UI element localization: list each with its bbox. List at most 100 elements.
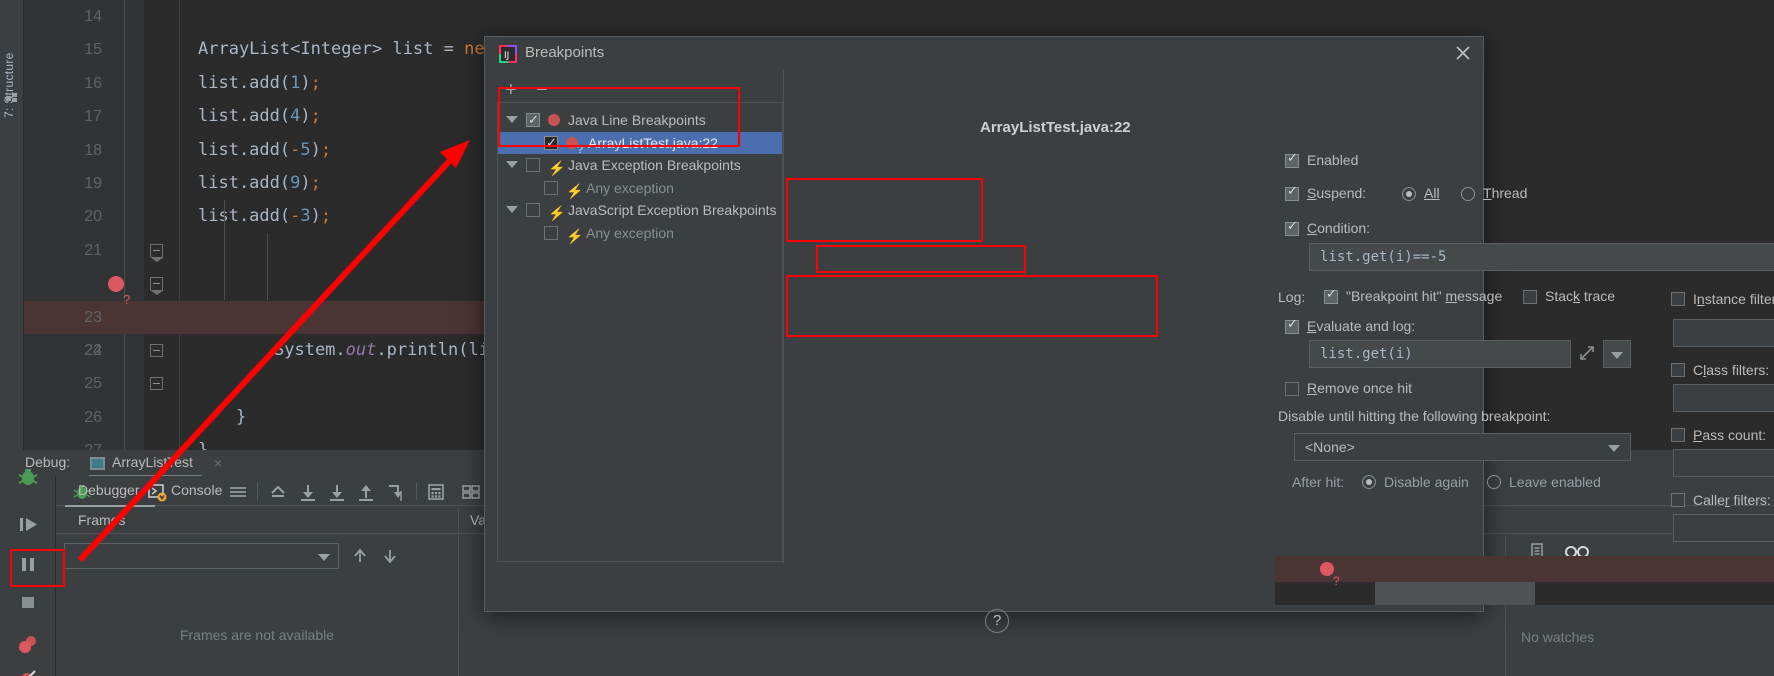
after-hit-disable-again-radio[interactable] xyxy=(1362,475,1376,489)
breakpoints-toolbar[interactable]: + − xyxy=(501,80,781,100)
condition-checkbox[interactable] xyxy=(1285,218,1299,236)
tree-item-label: JavaScript Exception Breakpoints xyxy=(568,202,777,218)
suspend-checkbox[interactable] xyxy=(1285,183,1299,201)
line-number: 25 xyxy=(84,375,102,393)
breakpoint-detail-panel[interactable] xyxy=(783,70,1485,564)
structure-tool-strip[interactable]: 7: Structure xyxy=(0,0,24,450)
remove-breakpoint-icon[interactable]: − xyxy=(536,80,548,100)
expand-editor-icon[interactable] xyxy=(1578,344,1596,365)
view-breakpoints-icon[interactable] xyxy=(14,630,42,658)
evaluate-and-log-checkbox[interactable] xyxy=(1285,316,1299,334)
run-to-cursor-icon[interactable] xyxy=(386,482,406,502)
caller-filters-checkbox[interactable] xyxy=(1671,493,1685,507)
close-icon[interactable]: × xyxy=(214,455,222,471)
step-into-icon[interactable] xyxy=(327,482,347,502)
line-number: 23 xyxy=(84,308,102,326)
debug-session-tab-label: ArrayListTest xyxy=(112,454,193,470)
tab-debugger[interactable]: Debugger xyxy=(78,482,140,498)
mute-breakpoints-icon[interactable] xyxy=(14,664,42,676)
restart-debug-icon[interactable] xyxy=(14,464,42,492)
step-over-icon[interactable] xyxy=(298,482,318,502)
resume-program-icon[interactable] xyxy=(14,510,42,538)
tree-item-any-exception-java[interactable]: ⚡ Any exception xyxy=(498,177,782,200)
evaluate-expression-icon[interactable] xyxy=(426,482,446,502)
svg-text:IJ: IJ xyxy=(504,51,509,61)
tree-checkbox[interactable] xyxy=(544,225,558,240)
class-filters-input[interactable] xyxy=(1673,384,1774,412)
add-breakpoint-icon[interactable]: + xyxy=(505,80,517,100)
tree-checkbox[interactable] xyxy=(526,158,540,172)
fold-toggle-icon[interactable] xyxy=(150,277,164,296)
evaluate-history-dropdown[interactable] xyxy=(1603,340,1631,368)
stack-trace-checkbox[interactable] xyxy=(1523,290,1537,304)
remove-once-hit-checkbox[interactable] xyxy=(1285,382,1299,396)
chevron-down-icon[interactable] xyxy=(1611,352,1623,359)
code-line: 14 ArrayList<Integer> list = new ArrayLi… xyxy=(24,0,1274,60)
fold-toggle-icon[interactable] xyxy=(150,243,164,262)
line-number: 15 xyxy=(84,41,102,59)
caller-filters-input[interactable] xyxy=(1673,514,1774,542)
settings-icon[interactable] xyxy=(461,482,481,502)
frames-header-label: Frames xyxy=(78,512,126,528)
instance-filters-input[interactable] xyxy=(1673,319,1774,347)
frames-up-icon[interactable] xyxy=(351,547,369,570)
frames-panel[interactable]: Frames Frames are not available xyxy=(56,507,458,676)
step-out-icon[interactable] xyxy=(356,482,376,502)
tree-checkbox[interactable] xyxy=(526,203,540,217)
tree-checkbox[interactable] xyxy=(526,109,540,132)
breakpoint-code-preview[interactable]: 22 ? if (list.get(i)==-5){ 23 System.out… xyxy=(1275,556,1774,605)
tree-item-label: Java Exception Breakpoints xyxy=(568,157,741,173)
condition-input[interactable]: list.get(i)==-5 xyxy=(1309,243,1774,271)
instance-filters-checkbox[interactable] xyxy=(1671,292,1685,306)
suspend-all-label: All xyxy=(1424,185,1440,201)
toolbar-separator xyxy=(257,482,258,500)
console-icon xyxy=(148,482,168,502)
evaluate-and-log-input[interactable]: list.get(i) xyxy=(1309,340,1571,368)
watches-empty-message: No watches xyxy=(1521,629,1595,645)
chevron-down-icon[interactable] xyxy=(318,554,330,561)
tree-item-javascript-exception-breakpoints[interactable]: ⚡ JavaScript Exception Breakpoints xyxy=(498,199,782,222)
pass-count-input[interactable] xyxy=(1673,449,1774,477)
log-message-checkbox[interactable] xyxy=(1324,286,1338,304)
condition-value: list.get(i)==-5 xyxy=(1320,249,1447,265)
suspend-thread-radio[interactable] xyxy=(1461,187,1475,201)
debug-action-sidebar[interactable] xyxy=(0,469,56,676)
breakpoints-dialog[interactable]: IJ Breakpoints + − Java Line Breakpoints xyxy=(484,36,1774,633)
remove-once-hit-label: Remove once hit xyxy=(1307,380,1413,396)
pass-count-checkbox[interactable] xyxy=(1671,428,1685,442)
chevron-down-icon[interactable] xyxy=(506,206,518,213)
breakpoint-dot-icon[interactable] xyxy=(108,276,124,293)
tree-item-arraylisttest-java-22[interactable]: ? ArrayListTest.java:22 xyxy=(498,131,782,156)
after-hit-disable-again-label: Disable again xyxy=(1384,474,1469,490)
tree-checkbox[interactable] xyxy=(544,132,558,154)
close-icon[interactable] xyxy=(1453,43,1473,63)
fold-end-icon[interactable] xyxy=(150,344,163,357)
suspend-all-radio[interactable] xyxy=(1402,187,1416,201)
breakpoint-dot-icon xyxy=(548,114,560,126)
stop-program-icon[interactable] xyxy=(14,588,42,616)
thread-selector-combo[interactable] xyxy=(64,543,339,569)
disable-until-label: Disable until hitting the following brea… xyxy=(1278,408,1551,424)
fold-end-icon[interactable] xyxy=(150,377,163,391)
after-hit-leave-enabled-radio[interactable] xyxy=(1487,475,1501,489)
after-hit-leave-enabled-label: Leave enabled xyxy=(1509,474,1601,490)
chevron-down-icon[interactable] xyxy=(506,116,518,123)
tree-item-java-line-breakpoints[interactable]: Java Line Breakpoints xyxy=(498,109,782,132)
enabled-checkbox[interactable] xyxy=(1285,150,1299,168)
pause-program-icon[interactable] xyxy=(14,550,42,578)
tree-item-java-exception-breakpoints[interactable]: ⚡ Java Exception Breakpoints xyxy=(498,154,782,177)
layout-settings-icon[interactable] xyxy=(228,482,248,502)
tab-console[interactable]: Console xyxy=(171,482,222,498)
frames-header: Frames xyxy=(56,507,458,534)
chevron-down-icon[interactable] xyxy=(1608,445,1620,452)
tree-item-any-exception-js[interactable]: ⚡ Any exception xyxy=(498,222,782,245)
help-button[interactable]: ? xyxy=(985,609,1009,633)
tree-checkbox[interactable] xyxy=(544,180,558,195)
disable-until-value: <None> xyxy=(1305,439,1355,455)
show-execution-point-icon[interactable] xyxy=(268,482,288,502)
frames-down-icon[interactable] xyxy=(381,547,399,570)
chevron-down-icon[interactable] xyxy=(506,161,518,168)
disable-until-combo[interactable]: <None> xyxy=(1294,433,1631,461)
breakpoints-tree[interactable]: Java Line Breakpoints ? ArrayListTest.ja… xyxy=(497,102,783,562)
class-filters-checkbox[interactable] xyxy=(1671,363,1685,377)
